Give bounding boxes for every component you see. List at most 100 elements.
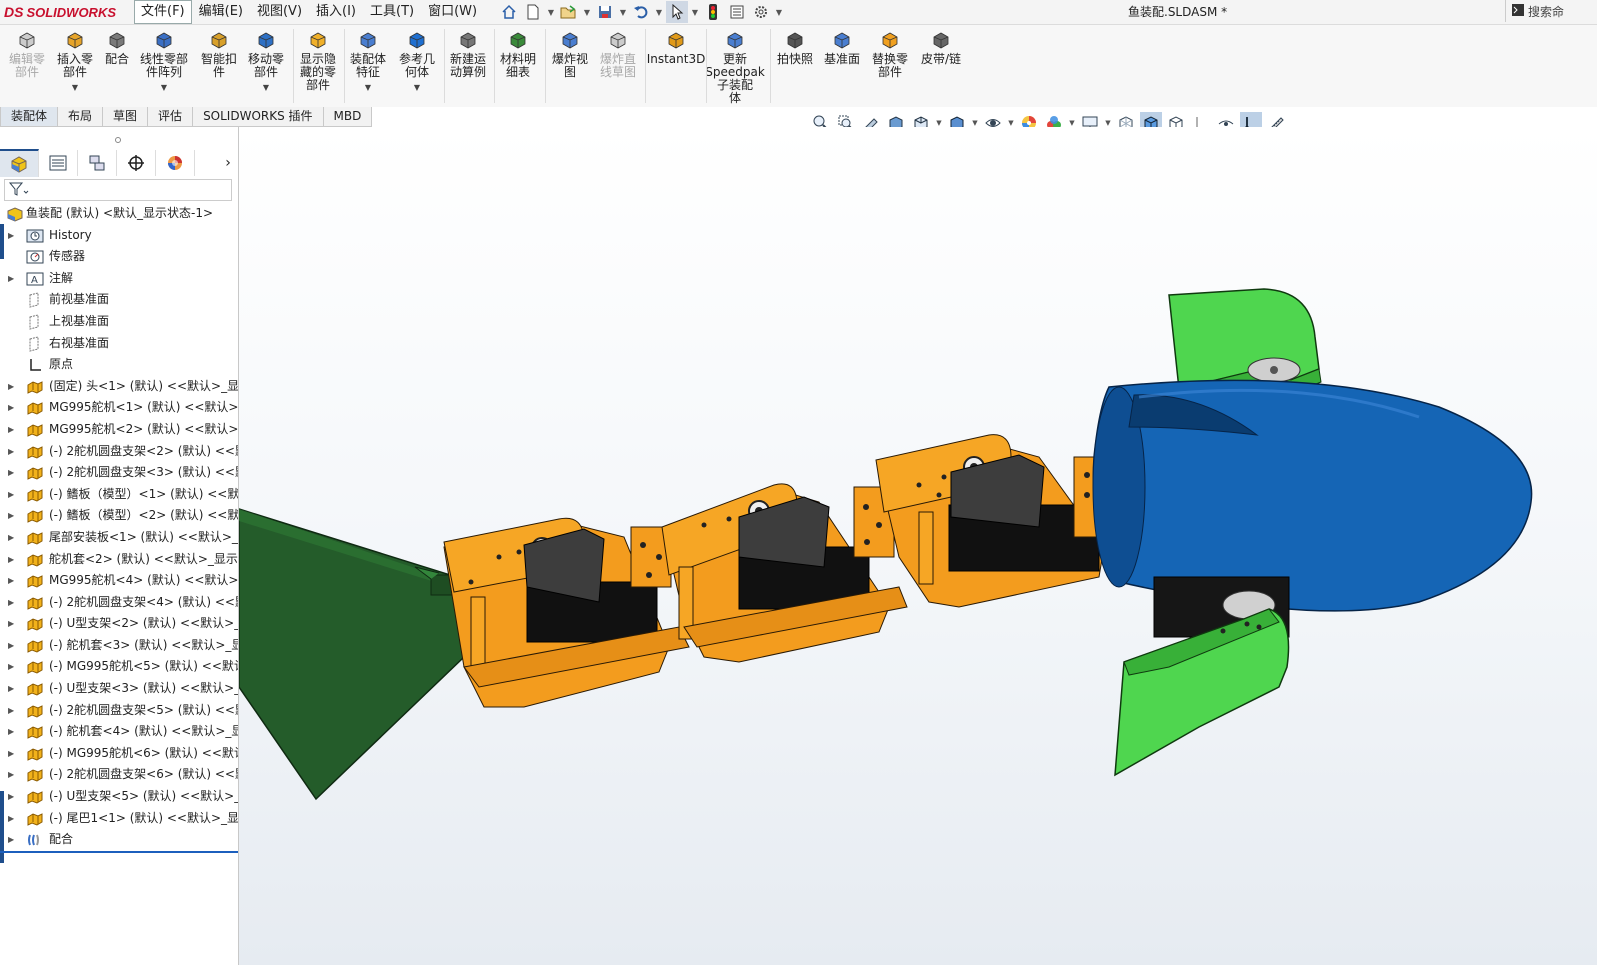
tree-item[interactable]: ▶ (-) U型支架<2> (默认) <<默认>_显 [0, 613, 238, 635]
feature-manager-tab[interactable] [0, 149, 39, 177]
menu-item-4[interactable]: 工具(T) [363, 0, 421, 24]
expand-arrow-icon[interactable]: ▶ [8, 419, 16, 441]
expand-arrow-icon[interactable]: ▶ [8, 527, 16, 549]
chevron-down-icon[interactable]: ▼ [582, 8, 592, 17]
configuration-manager-tab[interactable] [78, 150, 117, 176]
rebuild-traffic-light-icon[interactable] [702, 1, 724, 23]
ribbon-button-1[interactable]: 插入零 部件 ▼ [55, 29, 95, 94]
graphics-area[interactable] [239, 127, 1597, 965]
tree-item[interactable]: 原点 [0, 354, 238, 376]
lower-pectoral-fin[interactable] [1114, 608, 1290, 777]
tree-item[interactable]: ▶ (-) 舵机套<4> (默认) <<默认>_显示 [0, 721, 238, 743]
expand-arrow-icon[interactable]: ▶ [8, 549, 16, 571]
panel-collapse-handle[interactable] [0, 127, 238, 149]
ribbon-button-3[interactable]: 线性零部 件阵列 ▼ [138, 29, 190, 94]
expand-arrow-icon[interactable]: ▶ [8, 592, 16, 614]
ribbon-button-4[interactable]: 智能扣件 [200, 29, 238, 79]
tree-item[interactable]: 右视基准面 [0, 333, 238, 355]
ribbon-button-15[interactable]: 拍快照 [776, 29, 814, 66]
tree-item[interactable]: ▶ (-) 2舵机圆盘支架<4> (默认) <<默认 [0, 592, 238, 614]
menu-item-3[interactable]: 插入(I) [309, 0, 363, 24]
expand-arrow-icon[interactable]: ▶ [8, 656, 16, 678]
ribbon-button-7[interactable]: 装配体 特征 ▼ [348, 29, 388, 94]
tree-item[interactable]: ▶ (-) 舵机套<3> (默认) <<默认>_显示 [0, 635, 238, 657]
ribbon-button-12[interactable]: 爆炸直 线草图 [598, 29, 638, 79]
ribbon-button-2[interactable]: 配合 [104, 29, 130, 66]
servo-bracket-segment-3[interactable] [875, 434, 1105, 608]
chevron-down-icon[interactable]: ▼ [1104, 119, 1112, 127]
tree-item[interactable]: ▶ (-) 2舵机圆盘支架<3> (默认) <<默认 [0, 462, 238, 484]
chevron-down-icon[interactable]: ▼ [161, 81, 167, 94]
ribbon-button-13[interactable]: Instant3D [647, 29, 705, 66]
chevron-down-icon[interactable]: ▼ [365, 81, 371, 94]
expand-arrow-icon[interactable]: ▶ [8, 635, 16, 657]
rollback-bar[interactable] [0, 851, 238, 853]
chevron-down-icon[interactable]: ▼ [935, 119, 943, 127]
tree-item[interactable]: ▶ (-) 鳍板（模型）<2> (默认) <<默认 [0, 505, 238, 527]
property-manager-tab[interactable] [39, 150, 78, 176]
display-manager-tab[interactable] [156, 150, 195, 176]
ribbon-button-8[interactable]: 参考几 何体 ▼ [398, 29, 436, 94]
tree-item[interactable]: ▶ MG995舵机<4> (默认) <<默认>_显 [0, 570, 238, 592]
ribbon-button-6[interactable]: 显示隐 藏的零 部件 [298, 29, 338, 92]
search-commands[interactable]: 搜索命 [1505, 0, 1597, 22]
fish-head[interactable] [1092, 379, 1533, 612]
expand-arrow-icon[interactable]: ▶ [8, 829, 16, 851]
ribbon-button-9[interactable]: 新建运 动算例 [448, 29, 488, 79]
dimxpert-manager-tab[interactable] [117, 150, 156, 176]
tree-item[interactable]: ▶ (-) 2舵机圆盘支架<5> (默认) <<默认 [0, 700, 238, 722]
chevron-down-icon[interactable]: ▼ [971, 119, 979, 127]
tree-item[interactable]: 上视基准面 [0, 311, 238, 333]
ribbon-button-5[interactable]: 移动零 部件 ▼ [246, 29, 286, 94]
tree-item[interactable]: ▶ (-) 2舵机圆盘支架<6> (默认) <<默认 [0, 764, 238, 786]
expand-arrow-icon[interactable]: ▶ [8, 700, 16, 722]
tree-item[interactable]: ▶ (-) 鳍板（模型）<1> (默认) <<默认 [0, 484, 238, 506]
tree-item[interactable]: ▶ (-) U型支架<3> (默认) <<默认>_显 [0, 678, 238, 700]
expand-arrow-icon[interactable]: ▶ [8, 743, 16, 765]
expand-arrow-icon[interactable]: ▶ [8, 376, 16, 398]
tree-item[interactable]: ▶ (-) U型支架<5> (默认) <<默认>_显 [0, 786, 238, 808]
expand-arrow-icon[interactable]: ▶ [8, 505, 16, 527]
new-document-icon[interactable] [522, 1, 544, 23]
tree-item[interactable]: ▶ (固定) 头<1> (默认) <<默认>_显示 [0, 376, 238, 398]
tree-item[interactable]: 传感器 [0, 246, 238, 268]
filter-icon[interactable] [8, 181, 30, 200]
chevron-down-icon[interactable]: ▼ [654, 8, 664, 17]
menu-item-2[interactable]: 视图(V) [250, 0, 309, 24]
tree-item[interactable]: ▶ (-) MG995舵机<5> (默认) <<默认 [0, 656, 238, 678]
chevron-down-icon[interactable]: ▼ [618, 8, 628, 17]
ribbon-button-0[interactable]: 编辑零 部件 [8, 29, 46, 79]
tab-5[interactable]: MBD [322, 107, 373, 127]
chevron-down-icon[interactable]: ▼ [72, 81, 78, 94]
ribbon-button-16[interactable]: 基准面 [822, 29, 862, 66]
menu-item-1[interactable]: 编辑(E) [192, 0, 250, 24]
home-icon[interactable] [498, 1, 520, 23]
undo-icon[interactable] [630, 1, 652, 23]
tree-item[interactable]: ▶ (-) 2舵机圆盘支架<2> (默认) <<默认 [0, 441, 238, 463]
chevron-down-icon[interactable]: ▼ [690, 8, 700, 17]
tail-fin[interactable] [239, 508, 480, 801]
expand-arrow-icon[interactable]: ▶ [8, 397, 16, 419]
ribbon-button-11[interactable]: 爆炸视图 [550, 29, 590, 79]
ribbon-button-18[interactable]: 皮带/链 [918, 29, 964, 66]
tree-item[interactable]: ▶ 尾部安装板<1> (默认) <<默认>_显 [0, 527, 238, 549]
solidworks-logo[interactable]: DS SOLIDWORKS [4, 2, 116, 22]
chevron-right-icon[interactable]: › [218, 150, 238, 176]
tree-item[interactable]: ▶ 舵机套<2> (默认) <<默认>_显示状 [0, 549, 238, 571]
tab-2[interactable]: 草图 [102, 107, 149, 127]
ribbon-button-10[interactable]: 材料明 细表 [498, 29, 538, 79]
expand-arrow-icon[interactable]: ▶ [8, 613, 16, 635]
ribbon-button-14[interactable]: 更新 Speedpak 子装配体 [705, 29, 765, 105]
tree-item[interactable]: ▶ MG995舵机<2> (默认) <<默认>_显 [0, 419, 238, 441]
save-icon[interactable] [594, 1, 616, 23]
ribbon-button-17[interactable]: 替换零 部件 [870, 29, 910, 79]
open-icon[interactable] [558, 1, 580, 23]
expand-arrow-icon[interactable]: ▶ [8, 462, 16, 484]
fish-assembly-model[interactable] [239, 127, 1597, 965]
tree-item[interactable]: ▶ A 注解 [0, 268, 238, 290]
chevron-down-icon[interactable]: ▼ [774, 8, 784, 17]
tab-0[interactable]: 装配体 [0, 107, 59, 127]
expand-arrow-icon[interactable]: ▶ [8, 721, 16, 743]
expand-arrow-icon[interactable]: ▶ [8, 441, 16, 463]
expand-arrow-icon[interactable]: ▶ [8, 786, 16, 808]
